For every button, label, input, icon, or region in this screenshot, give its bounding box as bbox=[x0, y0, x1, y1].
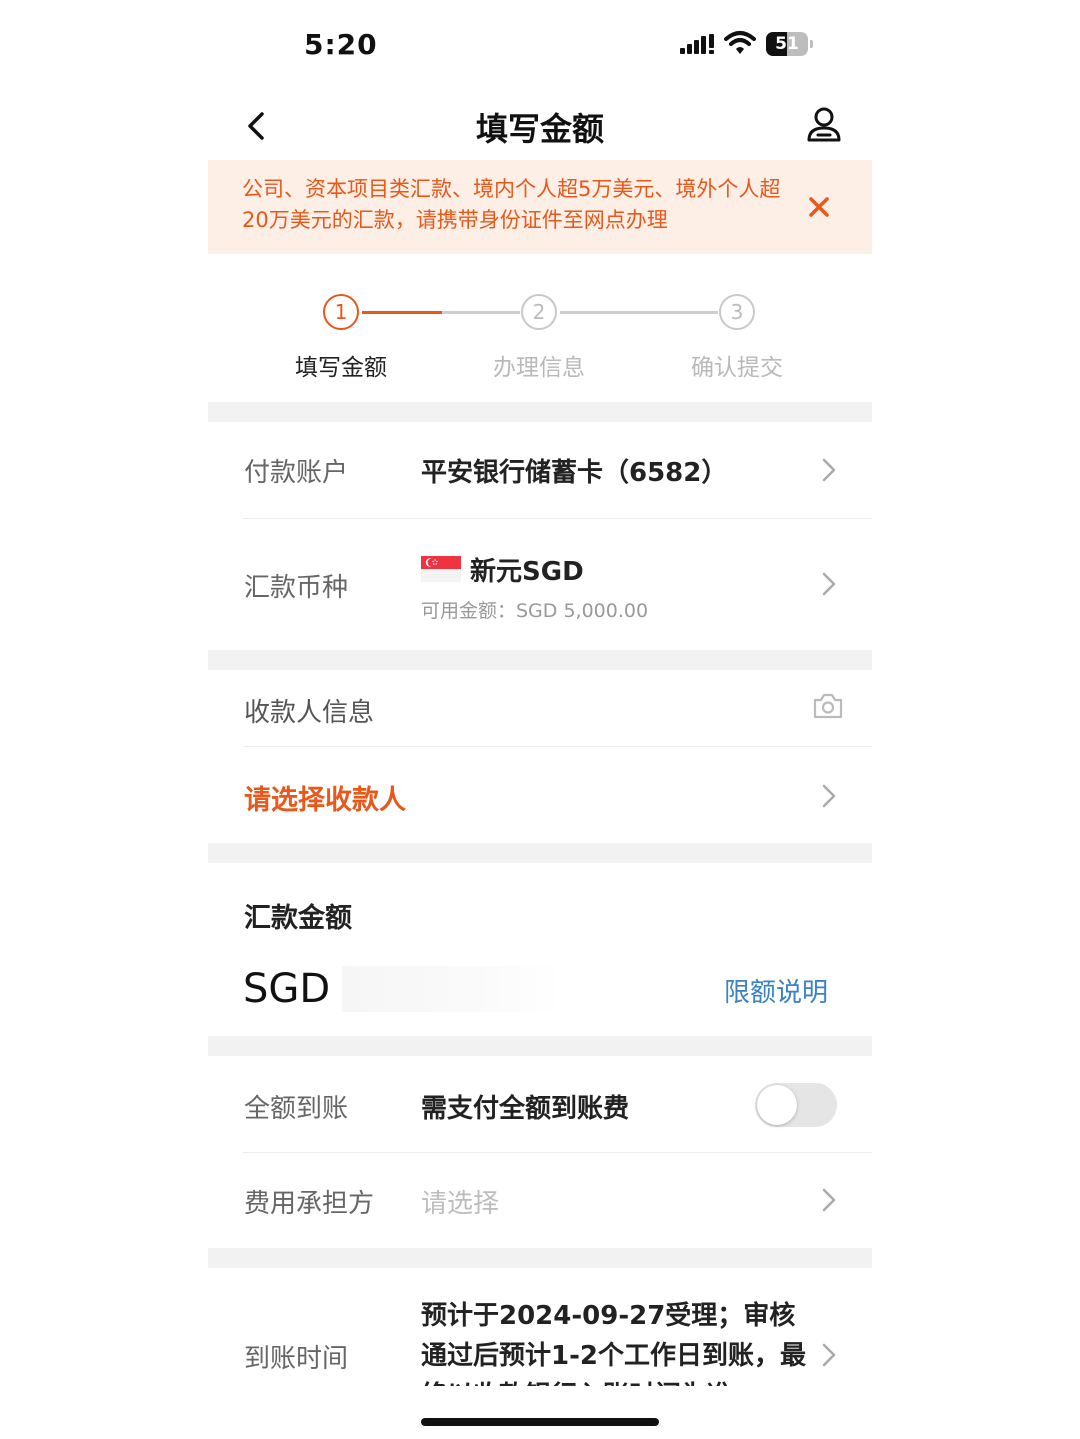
amount-currency-code: SGD bbox=[243, 966, 331, 1012]
section-divider bbox=[208, 650, 872, 670]
row-separator bbox=[243, 518, 872, 519]
user-icon[interactable] bbox=[804, 104, 844, 144]
close-icon[interactable] bbox=[804, 192, 834, 222]
chevron-right-icon[interactable] bbox=[818, 1185, 840, 1215]
cellular-signal-icon bbox=[680, 34, 714, 54]
battery-cap bbox=[810, 40, 813, 48]
full-arrival-label: 全额到账 bbox=[244, 1094, 349, 1124]
step-line-1-2-rest bbox=[442, 311, 520, 314]
status-bar: 5:20 51 bbox=[0, 0, 1080, 90]
amount-input[interactable] bbox=[342, 966, 562, 1012]
full-arrival-toggle[interactable] bbox=[755, 1083, 837, 1127]
payment-account-value: 平安银行储蓄卡（6582） bbox=[421, 458, 728, 488]
battery-level-text: 51 bbox=[775, 34, 799, 54]
payment-account-label: 付款账户 bbox=[244, 458, 349, 488]
select-payee-button[interactable]: 请选择收款人 bbox=[244, 778, 406, 817]
available-balance: 可用金额：SGD 5,000.00 bbox=[421, 600, 649, 622]
step-3-circle: 3 bbox=[719, 294, 755, 330]
section-divider bbox=[208, 1036, 872, 1056]
currency-value: 新元SGD bbox=[470, 557, 584, 587]
arrival-time-text: 预计于2024-09-27受理；审核通过后预计1-2个工作日到账，最终以收款银行… bbox=[421, 1301, 806, 1386]
toggle-knob bbox=[757, 1085, 797, 1125]
page-title: 填写金额 bbox=[475, 110, 604, 148]
step-1-circle: 1 bbox=[323, 294, 359, 330]
row-separator bbox=[243, 746, 872, 747]
section-divider bbox=[208, 1248, 872, 1268]
step-1-label: 填写金额 bbox=[295, 355, 387, 381]
row-separator bbox=[243, 1152, 872, 1153]
step-2-circle: 2 bbox=[521, 294, 557, 330]
chevron-right-icon[interactable] bbox=[818, 455, 840, 485]
notice-text: 公司、资本项目类汇款、境内个人超5万美元、境外个人超20万美元的汇款，请携带身份… bbox=[242, 177, 781, 232]
payee-section-title: 收款人信息 bbox=[244, 698, 375, 728]
notice-banner: 公司、资本项目类汇款、境内个人超5万美元、境外个人超20万美元的汇款，请携带身份… bbox=[208, 160, 872, 254]
home-indicator bbox=[421, 1418, 659, 1426]
step-3-label: 确认提交 bbox=[691, 355, 783, 381]
chevron-right-icon[interactable] bbox=[818, 1340, 840, 1370]
amount-section-title: 汇款金额 bbox=[244, 903, 352, 934]
progress-stepper: 1 2 3 填写金额 办理信息 确认提交 bbox=[208, 284, 872, 394]
fee-bearer-select[interactable]: 请选择 bbox=[421, 1183, 499, 1220]
currency-label: 汇款币种 bbox=[244, 573, 349, 603]
limit-explanation-link[interactable]: 限额说明 bbox=[724, 972, 828, 1009]
camera-icon[interactable] bbox=[812, 692, 844, 720]
step-line-2-3 bbox=[560, 311, 718, 314]
arrival-time-value[interactable]: 预计于2024-09-27受理；审核通过后预计1-2个工作日到账，最终以收款银行… bbox=[421, 1296, 811, 1386]
full-arrival-value: 需支付全额到账费 bbox=[421, 1094, 630, 1124]
arrival-time-label: 到账时间 bbox=[244, 1344, 349, 1374]
section-divider bbox=[208, 843, 872, 863]
chevron-right-icon[interactable] bbox=[818, 781, 840, 811]
step-line-1-2 bbox=[362, 311, 442, 314]
battery-indicator: 51 bbox=[766, 32, 814, 56]
battery-body: 51 bbox=[766, 32, 808, 56]
nav-bar: 填写金额 bbox=[208, 90, 872, 160]
singapore-flag-icon bbox=[421, 556, 461, 582]
section-divider bbox=[208, 402, 872, 422]
step-2-label: 办理信息 bbox=[493, 355, 585, 381]
chevron-right-icon[interactable] bbox=[818, 569, 840, 599]
wifi-icon bbox=[724, 31, 756, 54]
status-time: 5:20 bbox=[304, 28, 378, 61]
fee-bearer-label: 费用承担方 bbox=[244, 1189, 375, 1219]
